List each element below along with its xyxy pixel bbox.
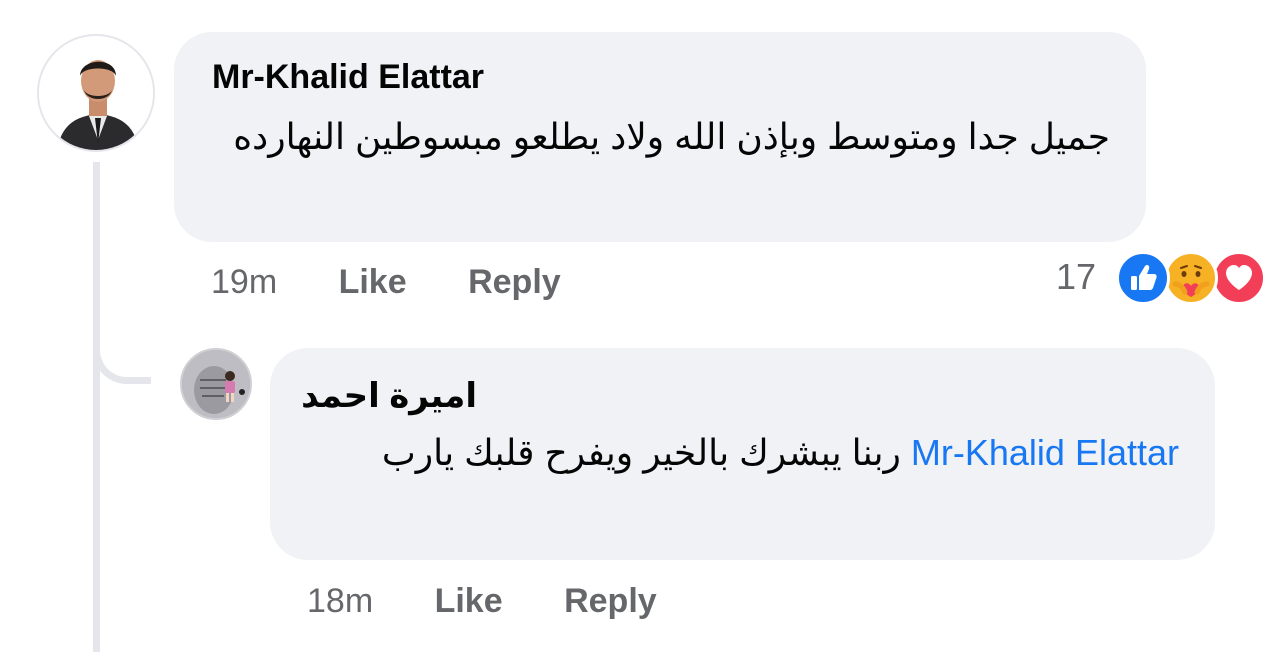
love-icon[interactable] (1212, 251, 1266, 305)
like-icon[interactable] (1116, 251, 1170, 305)
comment-timestamp[interactable]: 19m (211, 262, 277, 302)
reply-button[interactable]: Reply (468, 262, 561, 302)
reply-author[interactable]: اميرة احمد (301, 376, 477, 416)
comment-actions: 19m Like Reply (211, 262, 613, 302)
avatar[interactable] (37, 34, 155, 152)
reply-actions: 18m Like Reply (307, 581, 709, 621)
like-button[interactable]: Like (435, 581, 503, 621)
comment-text: جميل جدا ومتوسط وبإذن الله ولاد يطلعو مب… (233, 116, 1110, 157)
comment-bubble: Mr-Khalid Elattar جميل جدا ومتوسط وبإذن … (174, 32, 1146, 242)
profile-photo-icon (182, 350, 250, 418)
comment-author[interactable]: Mr-Khalid Elattar (212, 57, 484, 97)
thread-line (93, 162, 100, 652)
profile-photo-icon (39, 36, 153, 150)
reply-button[interactable]: Reply (564, 581, 657, 621)
thread-connector (93, 330, 151, 384)
care-icon[interactable] (1164, 251, 1218, 305)
reply-timestamp[interactable]: 18m (307, 581, 373, 621)
comment-thread: Mr-Khalid Elattar جميل جدا ومتوسط وبإذن … (0, 0, 1284, 652)
reply-message: ربنا يبشرك بالخير ويفرح قلبك يارب (381, 432, 901, 473)
mention-link[interactable]: Mr-Khalid Elattar (911, 432, 1179, 473)
reply-avatar[interactable] (180, 348, 252, 420)
reply-text: Mr-Khalid Elattar ربنا يبشرك بالخير ويفر… (299, 426, 1179, 480)
reply-bubble: اميرة احمد Mr-Khalid Elattar ربنا يبشرك … (270, 348, 1215, 560)
like-button[interactable]: Like (339, 262, 407, 302)
reaction-count[interactable]: 17 (1056, 257, 1096, 297)
